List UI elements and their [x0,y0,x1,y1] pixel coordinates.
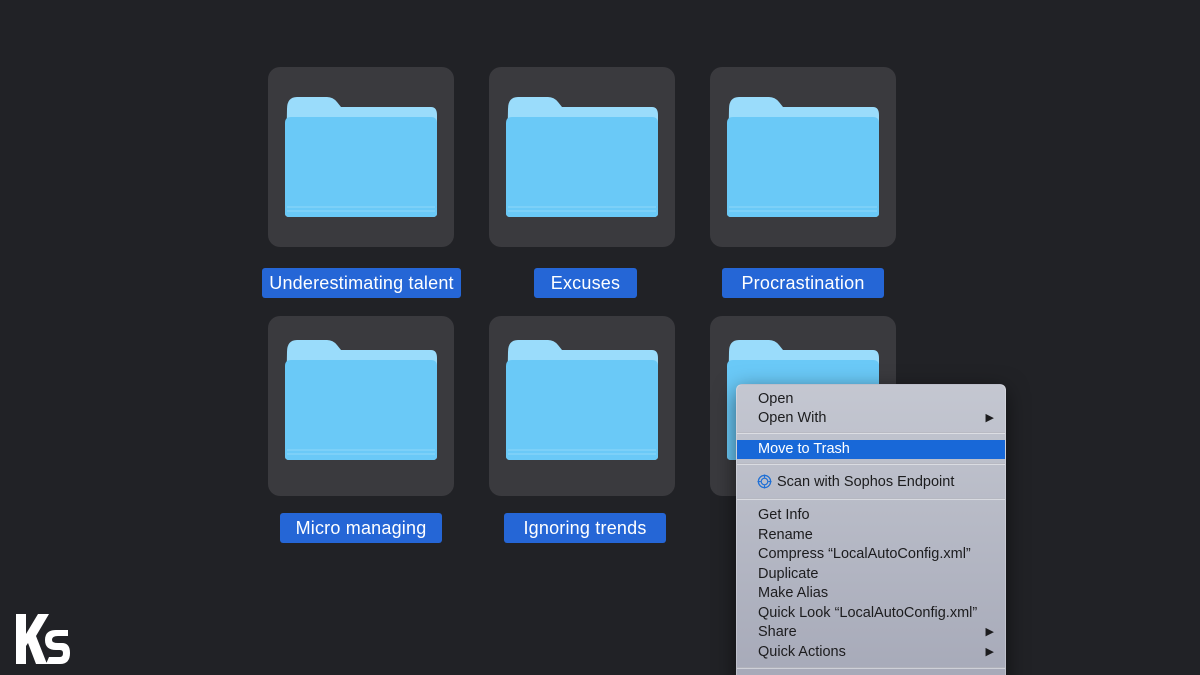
menu-item-share[interactable]: Share ▶ [737,623,1005,642]
folder-tile-procrastination[interactable] [710,67,896,247]
folder-label-underestimating-talent[interactable]: Underestimating talent [262,268,461,298]
submenu-arrow-icon: ▶ [985,626,994,638]
menu-separator [737,667,1005,669]
menu-item-make-alias-label: Make Alias [758,585,829,601]
menu-item-quick-look-label: Quick Look “LocalAutoConfig.xml” [758,605,978,621]
folder-icon [727,97,879,217]
desktop: Underestimating talent Excuses Procrasti… [0,0,1200,675]
menu-item-compress-label: Compress “LocalAutoConfig.xml” [758,546,971,562]
ks-logo [16,614,70,664]
menu-separator [737,463,1005,465]
menu-item-duplicate[interactable]: Duplicate [737,565,1005,584]
folder-tile-ignoring-trends[interactable] [489,316,675,496]
menu-item-open-with-label: Open With [758,410,827,426]
folder-icon [285,340,437,460]
menu-item-quick-actions[interactable]: Quick Actions ▶ [737,643,1005,662]
submenu-arrow-icon: ▶ [985,412,994,424]
menu-item-get-info[interactable]: Get Info [737,506,1005,525]
folder-icon [285,97,437,217]
sophos-shield-icon [757,474,772,489]
menu-item-open-with[interactable]: Open With ▶ [737,409,1005,428]
menu-item-rename[interactable]: Rename [737,526,1005,545]
submenu-arrow-icon: ▶ [985,646,994,658]
folder-label-excuses[interactable]: Excuses [534,268,637,298]
folder-label-procrastination[interactable]: Procrastination [722,268,884,298]
menu-item-scan-sophos[interactable]: Scan with Sophos Endpoint [737,473,1005,492]
menu-separator [737,432,1005,434]
folder-label-micro-managing[interactable]: Micro managing [280,513,442,543]
folder-tile-underestimating-talent[interactable] [268,67,454,247]
menu-item-move-to-trash-label: Move to Trash [758,441,850,457]
menu-item-scan-sophos-label: Scan with Sophos Endpoint [777,474,955,490]
menu-item-get-info-label: Get Info [758,507,810,523]
menu-item-compress[interactable]: Compress “LocalAutoConfig.xml” [737,545,1005,564]
folder-icon [506,340,658,460]
folder-tile-excuses[interactable] [489,67,675,247]
menu-item-rename-label: Rename [758,527,813,543]
menu-item-open-label: Open [758,391,794,407]
menu-item-move-to-trash[interactable]: Move to Trash [737,440,1005,459]
menu-item-open[interactable]: Open [737,390,1005,409]
menu-item-duplicate-label: Duplicate [758,566,819,582]
menu-item-make-alias[interactable]: Make Alias [737,584,1005,603]
folder-icon [506,97,658,217]
folder-tile-micro-managing[interactable] [268,316,454,496]
folder-label-ignoring-trends[interactable]: Ignoring trends [504,513,666,543]
menu-separator [737,498,1005,500]
context-menu: Open Open With ▶ Move to Trash Scan with … [736,384,1006,675]
menu-item-quick-look[interactable]: Quick Look “LocalAutoConfig.xml” [737,604,1005,623]
menu-item-quick-actions-label: Quick Actions [758,644,846,660]
menu-item-share-label: Share [758,624,797,640]
